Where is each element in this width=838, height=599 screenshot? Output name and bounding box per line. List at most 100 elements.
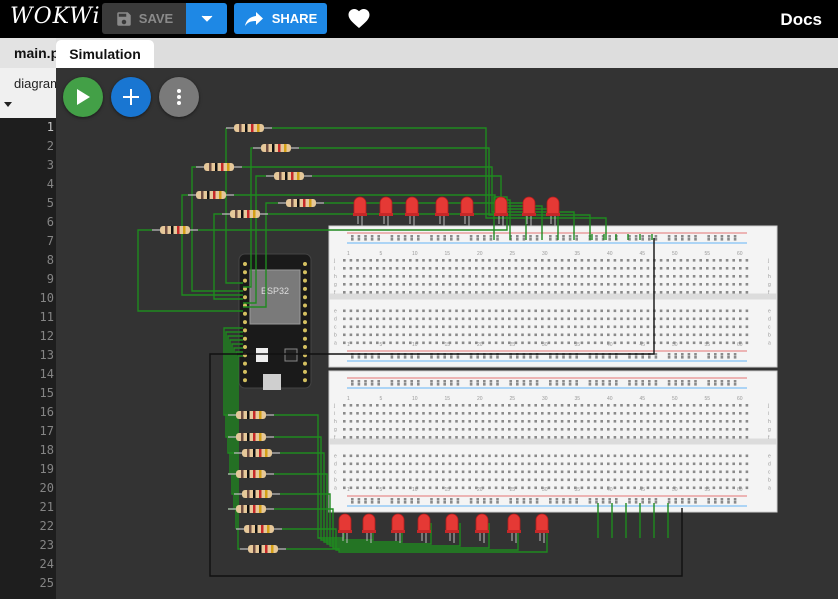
resistor-bottom[interactable] [228,505,274,513]
terminal-hole [613,470,617,474]
terminal-hole [712,454,716,458]
terminal-hole [475,478,478,482]
terminal-hole [475,333,478,337]
resistor-top[interactable] [253,144,299,152]
terminal-hole [461,454,465,458]
terminal-hole [574,412,577,415]
save-dropdown-button[interactable] [186,3,227,34]
row-letter: b [334,478,337,484]
led-top[interactable] [494,196,508,226]
terminal-hole [455,309,458,313]
terminal-hole [706,436,709,439]
terminal-hole [382,462,386,466]
docs-link[interactable]: Docs [780,10,822,30]
terminal-hole [626,341,630,345]
terminal-hole [633,259,636,262]
resistor-top[interactable] [278,199,324,207]
resistor-bottom[interactable] [234,490,280,498]
add-part-button[interactable] [111,77,151,117]
circuit-diagram[interactable]: j ji ih hg gf fe ed dc cb ba a11551010151520202525… [56,68,838,599]
terminal-hole [673,275,676,278]
resistor-bottom[interactable] [240,545,286,553]
rail-hole [357,356,361,359]
terminal-hole [508,420,511,423]
terminal-hole [673,420,676,423]
rail-hole [364,238,367,241]
terminal-hole [382,420,386,423]
resistor-top[interactable] [188,191,234,199]
resistor-top[interactable] [266,172,312,180]
led-bottom[interactable] [362,513,376,543]
rail-hole [575,356,578,359]
column-number: 25 [510,342,516,348]
led-bottom[interactable] [507,513,521,543]
terminal-hole [633,412,636,415]
terminal-hole [699,428,702,431]
terminal-hole [732,267,735,270]
rail-hole [733,353,737,356]
terminal-hole [461,462,465,466]
breadboard-top[interactable]: j ji ih hg gf fe ed dc cb ba a11551010151520202525… [328,225,778,368]
resistor-top[interactable] [222,210,268,218]
resistor-top[interactable] [226,124,272,132]
more-options-button[interactable] [159,77,199,117]
resistor-bottom[interactable] [234,449,280,457]
terminal-hole [679,291,683,294]
diagram-file-tab[interactable]: diagram.json [0,68,56,118]
led-top[interactable] [460,196,474,226]
breadboard-bottom[interactable]: j ji ih hg gf fe ed dc cb ba a11551010151520202525… [328,370,778,513]
rail-hole [516,498,519,501]
resistor-bottom[interactable] [236,525,282,533]
wokwi-logo[interactable]: WOKWi [10,4,101,29]
terminal-hole [692,291,696,294]
led-top[interactable] [379,196,393,226]
resistor-band [183,226,186,234]
terminal-hole [732,478,735,482]
terminal-hole [745,267,749,270]
terminal-hole [600,412,603,415]
led-top[interactable] [522,196,536,226]
led-bottom[interactable] [475,513,489,543]
led-top[interactable] [405,196,419,226]
resistor-bottom[interactable] [228,433,274,441]
led-top[interactable] [353,196,367,226]
terminal-hole [673,267,676,270]
terminal-hole [514,317,518,321]
terminal-hole [508,404,511,407]
terminal-hole [409,333,412,337]
led-bottom[interactable] [391,513,405,543]
terminal-hole [541,420,544,423]
terminal-hole [560,420,564,423]
led-top[interactable] [435,196,449,226]
start-simulation-button[interactable] [63,77,103,117]
rail-hole [509,380,512,383]
resistor-bottom[interactable] [228,411,274,419]
terminal-hole [593,275,597,278]
caret-down-icon[interactable] [4,102,12,107]
tab-main-py[interactable]: main.py [0,38,56,68]
terminal-hole [554,420,557,423]
simulation-canvas[interactable]: j j i i h h g g f f e e d d c c b b a a 1 1 5 5 10 10 15 15 20 20 25 25… [56,68,838,599]
rail-hole [714,235,717,238]
tab-simulation[interactable]: Simulation [56,40,154,68]
led-bottom[interactable] [417,513,431,543]
rail-hole [562,380,565,383]
resistor-top[interactable] [152,226,198,234]
esp32-board[interactable]: ESP32 [238,253,312,390]
terminal-hole [679,259,683,262]
resistor-top[interactable] [196,163,242,171]
led-dome [417,513,431,533]
terminal-hole [725,428,729,431]
resistor-bottom[interactable] [228,470,274,478]
terminal-hole [494,333,498,337]
esp32-pin [303,303,307,308]
terminal-hole [712,291,716,294]
rail-hole [648,380,651,383]
terminal-hole [673,291,676,294]
led-bottom[interactable] [445,513,459,543]
save-button[interactable]: SAVE [102,3,186,34]
heart-icon[interactable] [347,7,371,29]
terminal-hole [455,420,458,423]
rail-hole [634,501,638,504]
share-button[interactable]: SHARE [234,3,327,34]
